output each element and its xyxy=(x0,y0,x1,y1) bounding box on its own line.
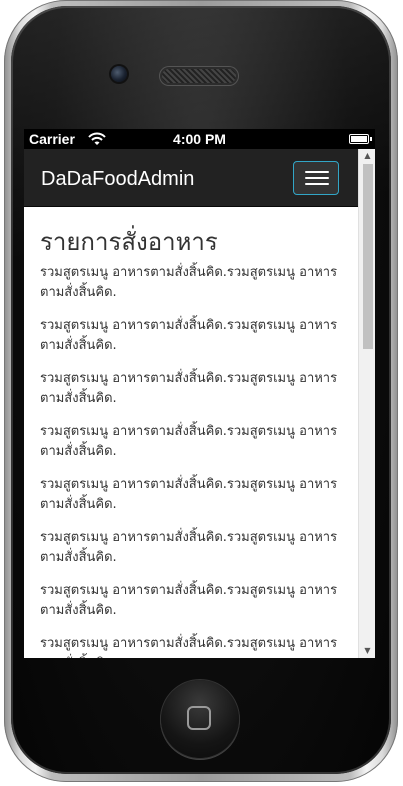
scroll-down-arrow-icon[interactable]: ▼ xyxy=(359,644,375,658)
home-button-icon[interactable] xyxy=(161,680,239,758)
page-title: รายการสั่งอาหาร xyxy=(40,228,218,256)
navbar-brand[interactable]: DaDaFoodAdmin xyxy=(41,168,194,191)
list-item: รวมสูตรเมนู อาหารตามสั่งสิ้นคิด.รวมสูตรเ… xyxy=(40,265,338,300)
list-item: รวมสูตรเมนู อาหารตามสั่งสิ้นคิด.รวมสูตรเ… xyxy=(40,530,338,565)
list-item: รวมสูตรเมนู อาหารตามสั่งสิ้นคิด.รวมสูตรเ… xyxy=(40,477,338,512)
hamburger-menu-icon xyxy=(305,177,329,179)
scrollbar-thumb[interactable] xyxy=(363,164,373,349)
navbar-toggle-button[interactable] xyxy=(293,161,339,195)
device-screen: Carrier 4:00 PM DaDaFoodAdmin รายการสั่ง… xyxy=(24,129,375,658)
home-square-glyph xyxy=(187,706,211,730)
scroll-up-arrow-icon[interactable]: ▲ xyxy=(359,149,375,163)
hamburger-menu-icon xyxy=(305,183,329,185)
list-item: รวมสูตรเมนู อาหารตามสั่งสิ้นคิด.รวมสูตรเ… xyxy=(40,424,338,459)
list-item: รวมสูตรเมนู อาหารตามสั่งสิ้นคิด.รวมสูตรเ… xyxy=(40,636,338,658)
status-time: 4:00 PM xyxy=(173,131,226,147)
list-item: รวมสูตรเมนู อาหารตามสั่งสิ้นคิด.รวมสูตรเ… xyxy=(40,371,338,406)
speaker-icon xyxy=(162,69,236,83)
list-item: รวมสูตรเมนู อาหารตามสั่งสิ้นคิด.รวมสูตรเ… xyxy=(40,318,338,353)
order-list: รวมสูตรเมนู อาหารตามสั่งสิ้นคิด.รวมสูตรเ… xyxy=(40,263,340,658)
vertical-scrollbar[interactable]: ▲ ▼ xyxy=(358,149,375,658)
hamburger-menu-icon xyxy=(305,171,329,173)
list-item: รวมสูตรเมนู อาหารตามสั่งสิ้นคิด.รวมสูตรเ… xyxy=(40,583,338,618)
main-content[interactable]: รายการสั่งอาหาร รวมสูตรเมนู อาหารตามสั่ง… xyxy=(24,207,358,658)
status-bar: Carrier 4:00 PM xyxy=(24,129,375,149)
battery-icon xyxy=(349,134,372,144)
top-navbar: DaDaFoodAdmin xyxy=(24,149,358,207)
camera-icon xyxy=(111,66,127,82)
